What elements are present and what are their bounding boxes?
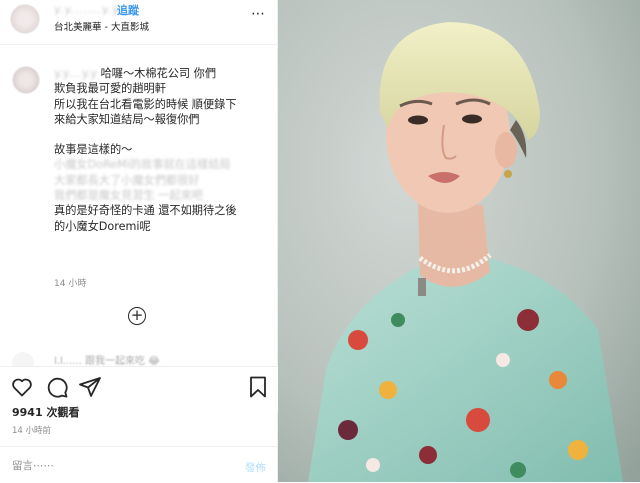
username[interactable]: y.y.......y.y <box>54 3 120 16</box>
caption-line: 真的是好奇怪的卡通 還不如期待之後 <box>54 204 237 218</box>
caption-line: 來給大家知道結局～報復你們 <box>54 112 200 126</box>
view-count[interactable]: 9941 次觀看 <box>12 404 79 420</box>
location-link[interactable]: 台北美麗華 - 大直影城 <box>54 19 149 33</box>
caption-avatar[interactable] <box>12 66 40 94</box>
post-photo <box>278 0 640 482</box>
caption-line-blurred: 小魔女DoReMi的故事就在這樣結局 <box>54 158 231 172</box>
heart-icon[interactable] <box>10 375 34 399</box>
post-header: y.y.......y.y 追蹤 台北美麗華 - 大直影城 ⋯ <box>0 0 278 45</box>
caption-line: 的小魔女Doremi呢 <box>54 219 151 233</box>
avatar[interactable] <box>10 4 40 34</box>
caption-line-blurred: 我們都是魔女見習生 一起來吧 <box>54 189 203 203</box>
more-options-icon[interactable]: ⋯ <box>251 6 266 22</box>
post-timestamp: 14 小時前 <box>12 426 52 436</box>
caption-username[interactable]: y.y....y.y <box>54 67 97 80</box>
caption-line: 欺負我最可愛的趙明軒 <box>54 82 166 96</box>
load-more-comments-icon[interactable]: + <box>128 307 146 325</box>
follow-button[interactable]: 追蹤 <box>117 2 139 18</box>
comment-icon[interactable] <box>45 375 69 399</box>
caption-line <box>54 127 272 142</box>
caption-line: 故事是這樣的～ <box>54 143 133 157</box>
caption-line-blurred: 大家都長大了小魔女們都很好 <box>54 173 200 187</box>
post-panel: y.y.......y.y 追蹤 台北美麗華 - 大直影城 ⋯ y.y....y… <box>0 0 278 482</box>
bookmark-icon[interactable] <box>246 375 270 399</box>
share-icon[interactable] <box>78 375 102 399</box>
post-comment-button[interactable]: 發佈 <box>245 460 266 475</box>
reply-preview: l.l...... 跟我一起來吃 😂 <box>54 356 160 367</box>
caption-line: 所以我在台北看電影的時候 順便錄下 <box>54 97 237 111</box>
portrait-image <box>278 0 640 482</box>
comment-box: 發佈 <box>0 446 278 483</box>
caption-timestamp: 14 小時 <box>54 279 87 289</box>
comment-input[interactable] <box>12 460 212 472</box>
caption: y.y....y.y 哈囉～木棉花公司 你們 欺負我最可愛的趙明軒 所以我在台北… <box>54 66 272 234</box>
caption-line: 哈囉～木棉花公司 你們 <box>100 67 217 80</box>
